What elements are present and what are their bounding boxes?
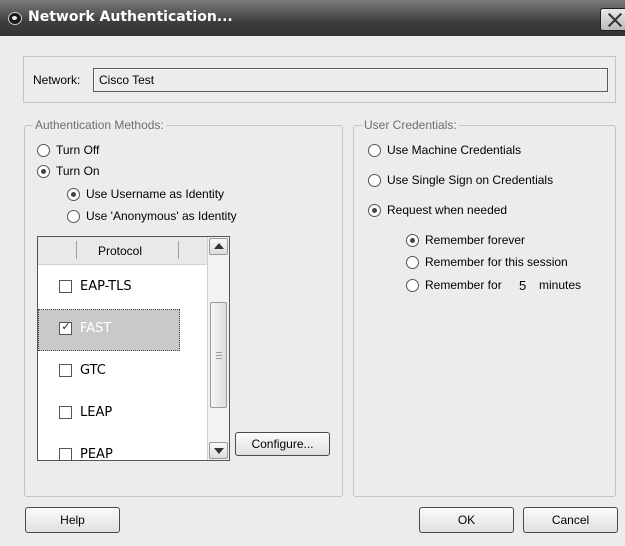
radio-icon <box>406 256 419 269</box>
help-button[interactable]: Help <box>25 507 120 533</box>
header-separator <box>76 241 77 259</box>
radio-icon <box>368 174 381 187</box>
remember-for-label: Remember for <box>425 278 502 292</box>
radio-selected-icon <box>368 204 381 217</box>
cisco-app-icon <box>8 12 22 25</box>
network-authentication-dialog: Network Authentication... Network: Cisco… <box>0 0 625 546</box>
scroll-thumb[interactable] <box>210 302 227 408</box>
chevron-up-icon <box>214 243 224 249</box>
network-name-value: Cisco Test <box>99 73 155 87</box>
window-title: Network Authentication... <box>28 9 233 25</box>
protocol-checkbox[interactable] <box>59 364 72 377</box>
use-single-sign-on-label: Use Single Sign on Credentials <box>387 173 554 187</box>
remember-minutes-unit: minutes <box>539 278 582 292</box>
protocol-row-gtc[interactable]: GTC <box>38 351 207 393</box>
protocol-column-header[interactable]: Protocol <box>98 244 142 258</box>
radio-selected-icon <box>37 165 50 178</box>
cancel-button[interactable]: Cancel <box>523 507 618 533</box>
chevron-down-icon <box>214 448 224 454</box>
protocol-row-fast[interactable]: ✓ FAST <box>38 309 207 351</box>
title-bar: Network Authentication... <box>0 0 625 36</box>
close-icon[interactable] <box>600 8 625 31</box>
check-mark-icon: ✓ <box>61 321 71 333</box>
radio-icon <box>368 144 381 157</box>
grip-line <box>216 358 222 359</box>
scroll-down-button[interactable] <box>209 442 228 459</box>
radio-icon <box>406 279 419 292</box>
protocol-label: FAST <box>80 321 112 336</box>
protocol-row-leap[interactable]: LEAP <box>38 393 207 435</box>
protocol-checkbox[interactable] <box>59 280 72 293</box>
remember-minutes-value[interactable]: 5 <box>519 278 526 294</box>
network-name-field: Cisco Test <box>93 68 608 92</box>
protocol-list-scrollbar[interactable] <box>207 237 229 460</box>
use-machine-credentials-label: Use Machine Credentials <box>387 143 522 157</box>
user-credentials-legend: User Credentials: <box>364 118 457 132</box>
use-username-identity-label: Use Username as Identity <box>86 187 225 201</box>
header-separator <box>178 241 179 259</box>
protocol-label: EAP-TLS <box>80 279 132 294</box>
configure-button[interactable]: Configure... <box>235 432 330 456</box>
grip-line <box>216 352 222 353</box>
authentication-methods-legend: Authentication Methods: <box>35 118 164 132</box>
ok-button[interactable]: OK <box>419 507 514 533</box>
protocol-checkbox[interactable] <box>59 448 72 460</box>
protocol-list-header: Protocol <box>38 237 207 265</box>
use-anonymous-identity-label: Use 'Anonymous' as Identity <box>86 209 237 223</box>
turn-off-label: Turn Off <box>56 143 100 157</box>
request-when-needed-label: Request when needed <box>387 203 508 217</box>
network-label: Network: <box>33 73 81 87</box>
turn-on-label: Turn On <box>56 164 100 178</box>
protocol-row-peap[interactable]: PEAP <box>38 435 207 461</box>
protocol-label: LEAP <box>80 405 113 420</box>
remember-forever-label: Remember forever <box>425 233 526 247</box>
scroll-up-button[interactable] <box>209 238 228 255</box>
grip-line <box>216 355 222 356</box>
protocol-list[interactable]: Protocol EAP-TLS ✓ FAST GTC LEAP PEAP <box>37 236 230 461</box>
protocol-label: PEAP <box>80 447 113 461</box>
radio-icon <box>67 210 80 223</box>
radio-selected-icon <box>406 234 419 247</box>
protocol-row-eap-tls[interactable]: EAP-TLS <box>38 267 207 309</box>
radio-icon <box>37 144 50 157</box>
protocol-checkbox[interactable]: ✓ <box>59 321 72 335</box>
radio-selected-icon <box>67 188 80 201</box>
protocol-checkbox[interactable] <box>59 406 72 419</box>
protocol-label: GTC <box>80 363 106 378</box>
remember-session-label: Remember for this session <box>425 255 568 269</box>
